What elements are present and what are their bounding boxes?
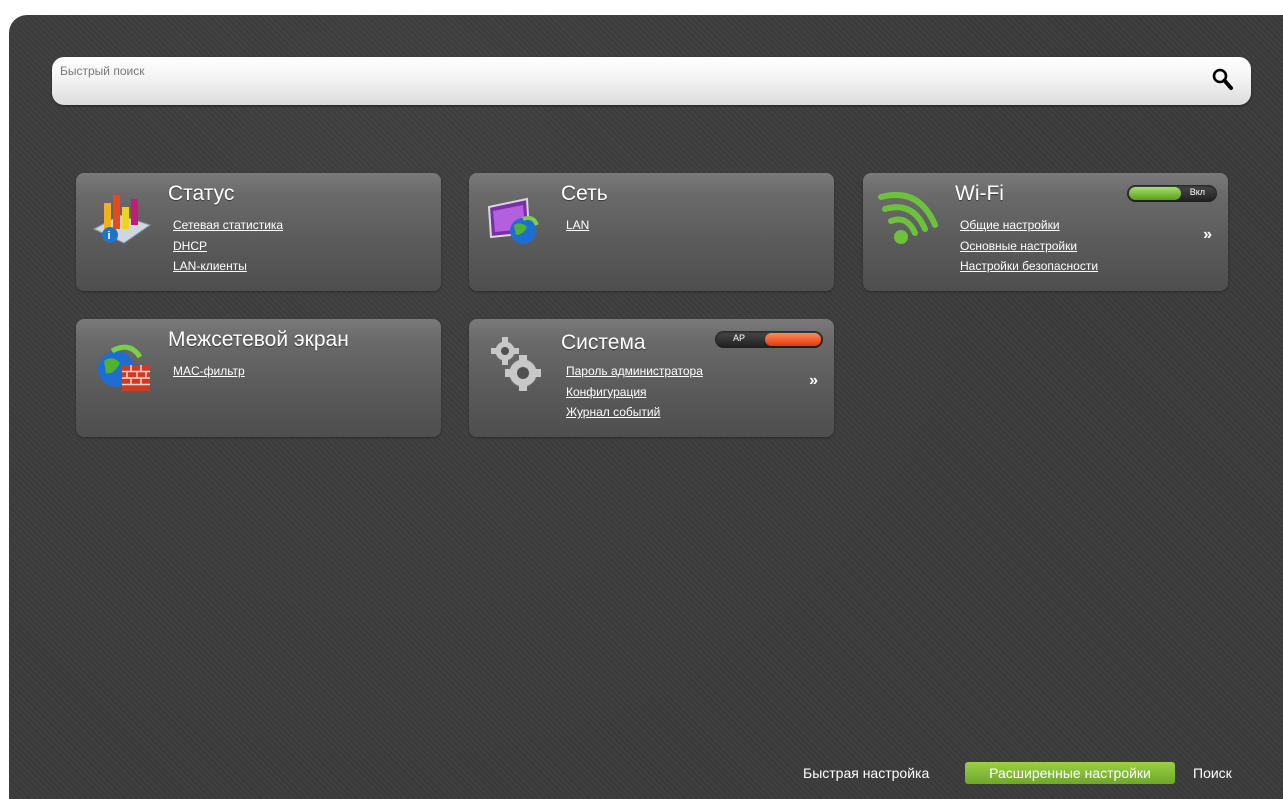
quick-setup-button[interactable]: Быстрая настройка xyxy=(803,765,929,781)
link-lan[interactable]: LAN xyxy=(566,215,589,236)
card-network-title: Сеть xyxy=(561,182,608,205)
system-ap-toggle-label: AP xyxy=(733,333,746,343)
system-ap-toggle[interactable]: AP xyxy=(715,331,823,348)
quick-search-bar xyxy=(52,57,1251,105)
gears-icon xyxy=(483,331,547,395)
card-firewall-title: Межсетевой экран xyxy=(168,328,349,351)
link-wifi-common-settings[interactable]: Общие настройки xyxy=(960,215,1098,236)
svg-text:i: i xyxy=(108,230,111,242)
wifi-toggle[interactable]: Вкл xyxy=(1127,185,1217,202)
link-event-log[interactable]: Журнал событий xyxy=(566,402,703,423)
footer-search-button[interactable]: Поиск xyxy=(1193,765,1232,781)
link-admin-password[interactable]: Пароль администратора xyxy=(566,361,703,382)
card-firewall: Межсетевой экран MAC-фильтр xyxy=(76,319,441,437)
card-wifi: Wi-Fi Вкл Общие настройки Основные настр… xyxy=(863,173,1228,291)
statistics-chart-icon: i xyxy=(90,185,154,249)
link-wifi-security-settings[interactable]: Настройки безопасности xyxy=(960,256,1098,277)
system-more-button[interactable]: » xyxy=(809,372,818,390)
wifi-toggle-knob xyxy=(1129,187,1181,200)
wifi-signal-icon xyxy=(877,185,941,249)
network-monitor-globe-icon xyxy=(483,185,547,249)
link-mac-filter[interactable]: MAC-фильтр xyxy=(173,361,245,382)
card-status-title: Статус xyxy=(168,182,235,205)
link-wifi-basic-settings[interactable]: Основные настройки xyxy=(960,236,1098,257)
card-network: Сеть LAN xyxy=(469,173,834,291)
card-system: Система AP Пароль администратора Конфигу… xyxy=(469,319,834,437)
wifi-toggle-label: Вкл xyxy=(1189,187,1205,197)
card-wifi-title: Wi-Fi xyxy=(955,182,1004,205)
card-system-title: Система xyxy=(561,331,646,354)
quick-search-input[interactable] xyxy=(60,61,1200,81)
firewall-globe-wall-icon xyxy=(90,331,154,395)
link-configuration[interactable]: Конфигурация xyxy=(566,382,703,403)
system-ap-toggle-knob xyxy=(765,333,821,346)
advanced-settings-button[interactable]: Расширенные настройки xyxy=(965,762,1175,784)
card-status: i Статус Сетевая статистика DHCP LAN-кли… xyxy=(76,173,441,291)
search-icon[interactable] xyxy=(1211,67,1235,93)
link-lan-clients[interactable]: LAN-клиенты xyxy=(173,256,283,277)
wifi-more-button[interactable]: » xyxy=(1203,226,1212,244)
link-network-statistics[interactable]: Сетевая статистика xyxy=(173,215,283,236)
link-dhcp[interactable]: DHCP xyxy=(173,236,283,257)
